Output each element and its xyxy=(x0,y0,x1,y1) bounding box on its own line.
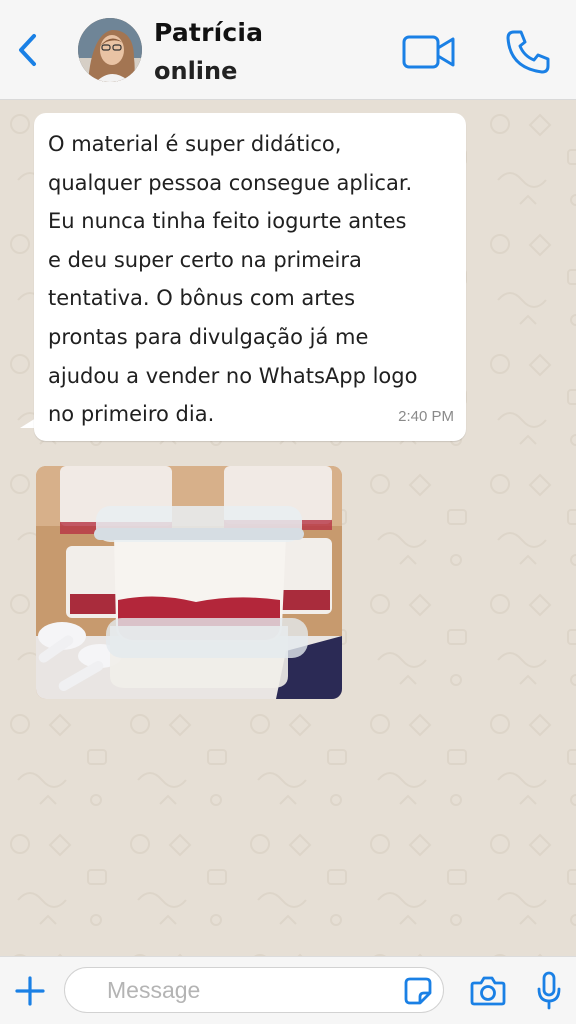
message-timestamp: 2:40 PM xyxy=(398,408,454,425)
camera-button[interactable] xyxy=(470,975,506,1007)
contact-name[interactable]: Patrícia xyxy=(154,18,263,47)
sticker-button[interactable] xyxy=(404,977,432,1005)
back-button[interactable] xyxy=(14,30,42,70)
plus-icon xyxy=(15,976,45,1006)
contact-status: online xyxy=(154,57,238,85)
microphone-icon xyxy=(537,971,561,1010)
camera-icon xyxy=(470,976,506,1006)
message-bubble[interactable]: O material é super didático, qualquer pe… xyxy=(34,113,466,441)
sticker-icon xyxy=(404,977,432,1005)
attach-button[interactable] xyxy=(14,975,46,1007)
phone-icon xyxy=(506,30,550,74)
chat-header: Patrícia online xyxy=(0,0,576,100)
message-composer xyxy=(0,956,576,1024)
microphone-button[interactable] xyxy=(536,971,562,1011)
avatar[interactable] xyxy=(78,18,142,82)
yogurt-cups-photo xyxy=(36,466,342,699)
message-text: O material é super didático, qualquer pe… xyxy=(48,132,418,427)
voice-call-button[interactable] xyxy=(504,28,552,76)
chevron-left-icon xyxy=(19,34,36,66)
video-call-icon xyxy=(402,35,455,69)
photo-message[interactable] xyxy=(36,466,342,699)
video-call-button[interactable] xyxy=(402,34,456,70)
message-input[interactable] xyxy=(64,967,444,1013)
contact-photo xyxy=(78,18,142,82)
